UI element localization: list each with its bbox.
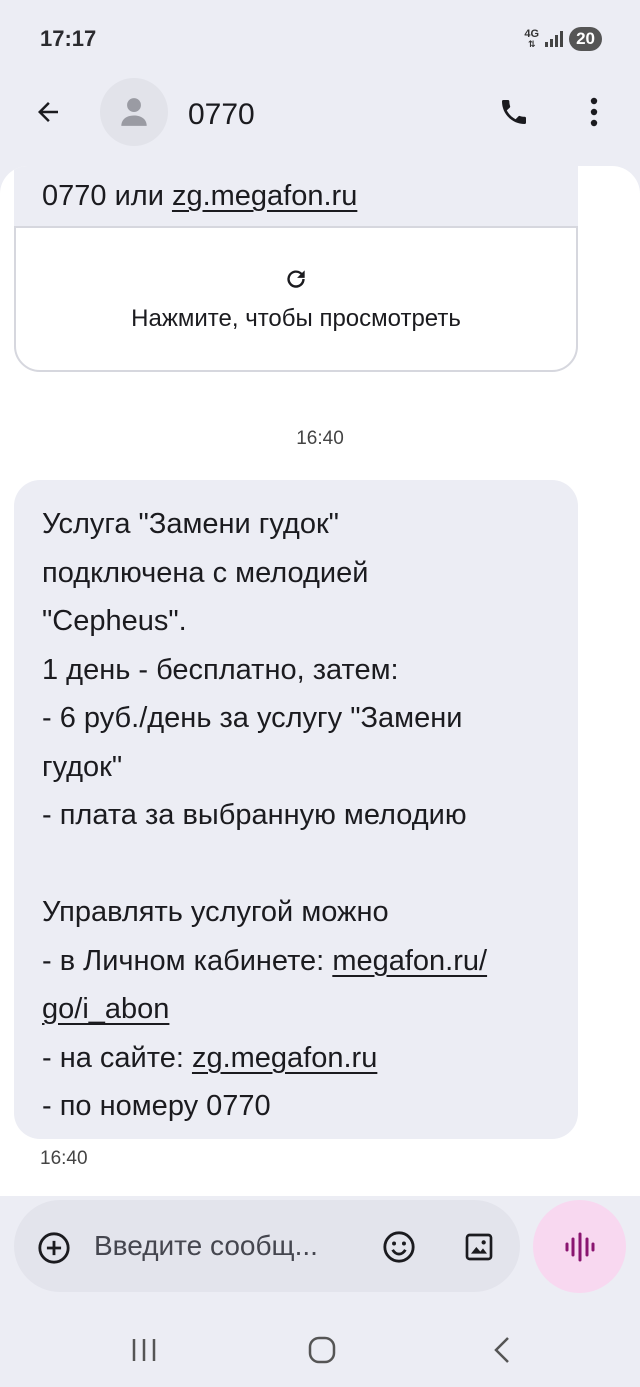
image-icon [465,1233,493,1261]
smile-icon [383,1231,415,1263]
message-input[interactable]: Введите сообщ... [94,1224,364,1268]
audio-waveform-icon [565,1232,594,1261]
site-link[interactable]: zg.megafon.ru [192,1042,377,1074]
message-bubble[interactable]: Услуга "Замени гудок" подключена с мелод… [14,480,578,1139]
message-line: - на сайте: zg.megafon.ru [42,1034,550,1083]
message-line: - по номеру 0770 [42,1090,271,1122]
cabinet-link-continued[interactable]: go/i_abon [42,993,169,1025]
arrow-left-icon [38,102,58,122]
data-arrows-icon: ⇅ [527,39,536,49]
message-timestamp: 16:40 [296,428,344,449]
message-line: гудок" [42,750,123,783]
battery-indicator: 20 [569,27,602,51]
back-button[interactable] [28,92,68,132]
contact-name: 0770 [188,98,255,131]
message-text: 0770 или zg.megafon.ru [42,180,357,213]
message-line: 1 день - бесплатно, затем: [42,653,399,686]
recent-apps-button[interactable] [122,1328,166,1372]
person-icon [121,98,147,126]
status-bar: 17:17 4G ⇅ 20 [0,0,640,76]
message-text-prefix: 0770 или [42,180,172,212]
emoji-button[interactable] [380,1228,418,1266]
preview-label: Нажмите, чтобы просмотреть [131,305,461,332]
avatar[interactable] [100,78,168,146]
message-line: "Cepheus". [42,605,187,637]
message-line: - в Личном кабинете: megafon.ru/ [42,937,550,986]
message-bubble[interactable]: 0770 или zg.megafon.ru Нажмите, чтобы пр… [14,166,578,372]
cabinet-link[interactable]: megafon.ru/ [332,945,487,977]
signal-icon [545,31,564,47]
message-line: go/i_abon [42,985,550,1034]
refresh-icon [282,265,310,293]
plus-circle-icon [38,1232,70,1264]
more-vertical-icon [590,97,598,127]
message-composer: Введите сообщ... [14,1200,520,1292]
network-type: 4G [524,28,540,40]
call-button[interactable] [494,92,534,132]
site-link[interactable]: zg.megafon.ru [172,180,357,212]
voice-message-button[interactable] [533,1200,626,1293]
link-preview-card[interactable]: Нажмите, чтобы просмотреть [14,226,578,372]
home-button[interactable] [300,1328,344,1372]
gallery-button[interactable] [460,1228,498,1266]
message-timestamp: 16:40 [40,1148,88,1169]
message-line: Управлять услугой можно [42,896,389,928]
message-line: - 6 руб./день за услугу "Замени [42,702,463,734]
message-line-text: - на сайте: [42,1041,192,1074]
system-nav-bar [0,1310,640,1387]
status-icons: 4G ⇅ 20 [524,26,602,52]
recents-icon [132,1339,156,1361]
network-indicator: 4G ⇅ [524,28,540,50]
message-line-text: - в Личном кабинете: [42,944,333,977]
phone-icon [502,100,526,124]
message-line [42,840,550,889]
home-icon [308,1336,336,1364]
back-nav-button[interactable] [480,1328,524,1372]
message-line: - плата за выбранную мелодию [42,799,467,831]
conversation-header: 0770 [0,76,640,152]
add-attachment-button[interactable] [36,1230,72,1266]
chevron-left-icon [494,1337,509,1363]
conversation-area[interactable]: 0770 или zg.megafon.ru Нажмите, чтобы пр… [0,166,640,1196]
status-time: 17:17 [40,26,97,51]
message-line: подключена с мелодией [42,556,369,589]
message-line: Услуга "Замени гудок" [42,508,339,540]
more-options-button[interactable] [576,92,612,132]
